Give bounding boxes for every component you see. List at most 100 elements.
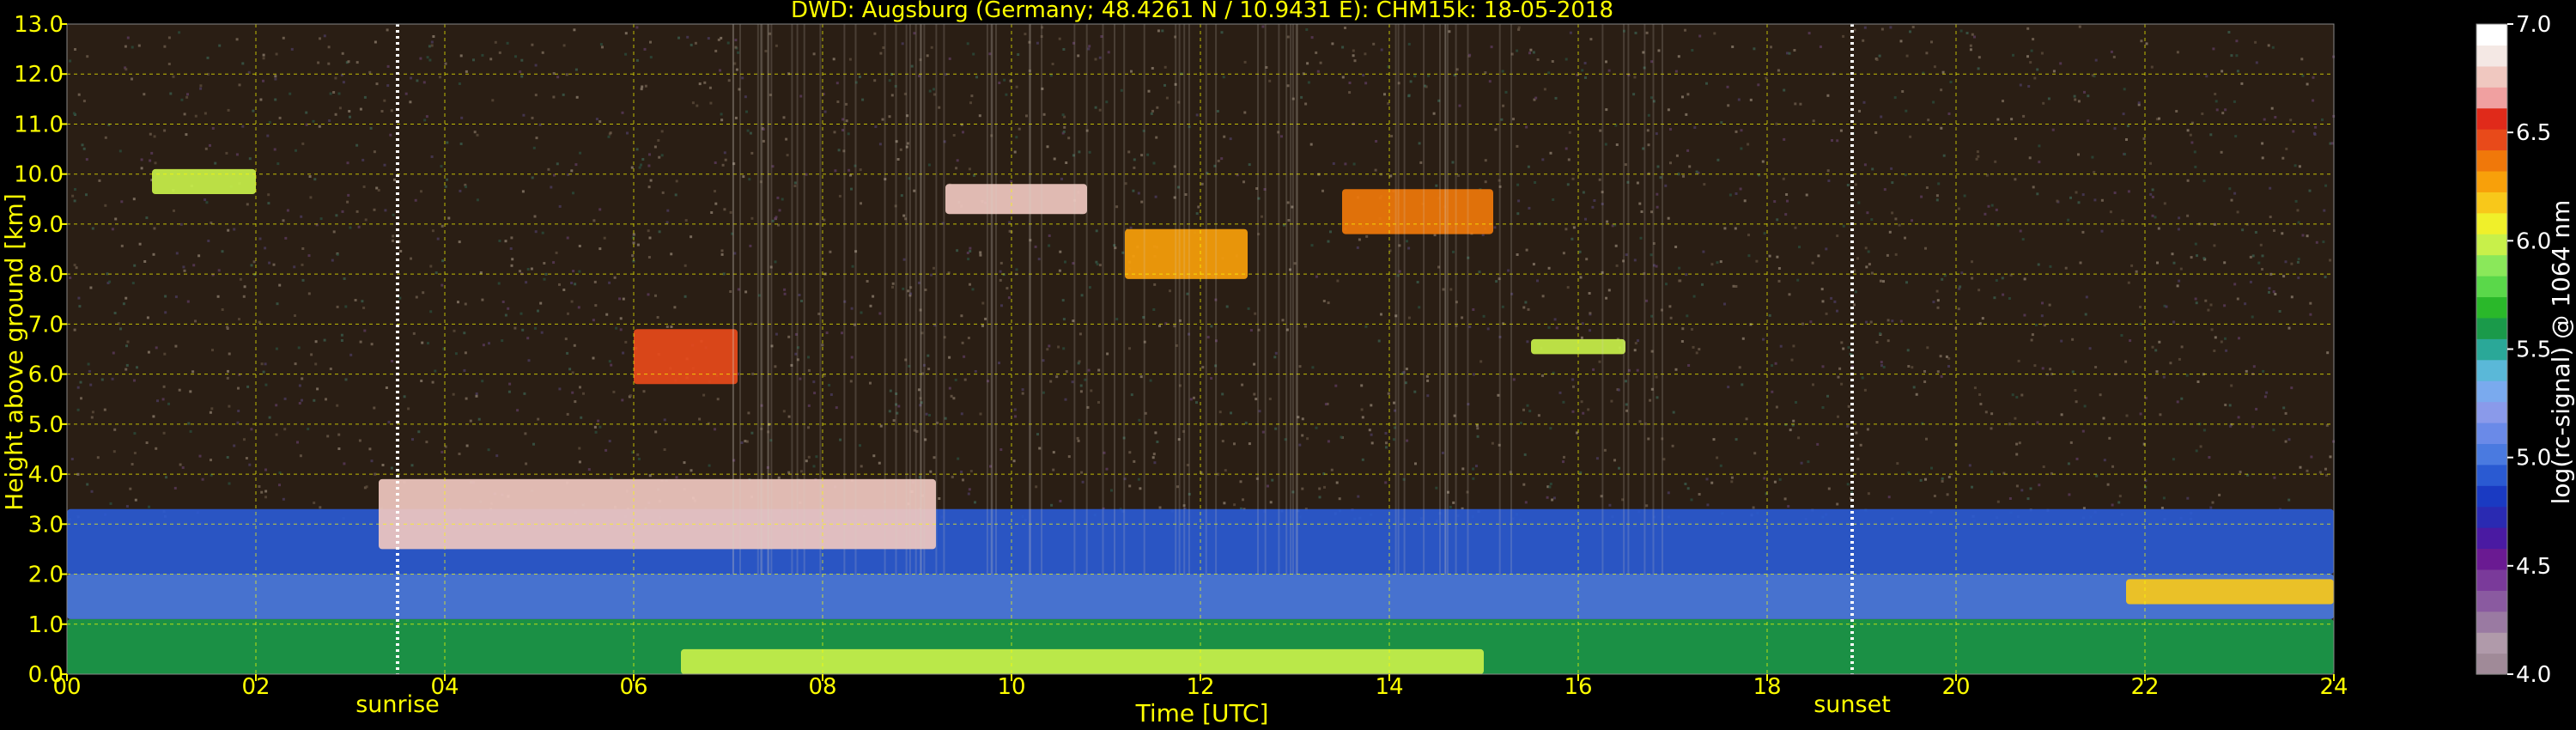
noise-speck — [2209, 303, 2213, 307]
streak — [1175, 24, 1177, 575]
noise-speck — [246, 385, 250, 388]
noise-speck — [2218, 493, 2221, 496]
noise-speck — [541, 51, 544, 54]
noise-speck — [2014, 417, 2017, 420]
noise-speck — [1361, 458, 1364, 461]
noise-speck — [2194, 165, 2197, 168]
noise-speck — [1220, 31, 1224, 34]
noise-speck — [420, 190, 422, 193]
noise-speck — [635, 148, 639, 151]
noise-speck — [1776, 255, 1779, 259]
colorbar-segment — [2476, 590, 2507, 612]
noise-speck — [241, 62, 245, 65]
noise-speck — [2169, 362, 2172, 365]
noise-speck — [1866, 428, 1869, 431]
noise-speck — [825, 332, 829, 334]
noise-speck — [967, 337, 970, 339]
noise-speck — [297, 346, 301, 350]
noise-speck — [2284, 260, 2287, 264]
noise-speck — [1971, 485, 1973, 489]
noise-speck — [1384, 432, 1388, 435]
noise-speck — [1537, 414, 1540, 417]
noise-speck — [532, 442, 535, 446]
noise-speck — [2042, 101, 2045, 105]
noise-speck — [673, 306, 677, 309]
noise-speck — [346, 200, 349, 204]
noise-speck — [1522, 408, 1525, 411]
noise-speck — [2230, 384, 2233, 387]
noise-speck — [1747, 254, 1751, 258]
noise-speck — [968, 488, 971, 491]
noise-speck — [243, 285, 246, 289]
noise-speck — [1133, 166, 1136, 169]
noise-speck — [1098, 56, 1102, 59]
noise-speck — [734, 116, 738, 119]
noise-speck — [593, 425, 597, 429]
streak — [803, 24, 805, 575]
noise-speck — [1740, 147, 1743, 150]
noise-speck — [777, 476, 781, 479]
noise-speck — [327, 46, 331, 49]
noise-speck — [1368, 429, 1371, 432]
noise-speck — [2041, 301, 2044, 305]
noise-speck — [96, 456, 100, 459]
noise-speck — [1348, 91, 1352, 94]
noise-speck — [1140, 154, 1144, 157]
streak — [1178, 24, 1181, 575]
noise-speck — [1305, 28, 1309, 31]
noise-speck — [859, 76, 861, 78]
noise-speck — [587, 468, 591, 471]
noise-speck — [143, 260, 147, 263]
noise-speck — [1686, 314, 1689, 318]
noise-speck — [2233, 192, 2237, 195]
noise-speck — [531, 116, 534, 119]
noise-speck — [446, 178, 448, 181]
layer-near-ground-peak — [681, 648, 1484, 674]
noise-speck — [1904, 173, 1907, 177]
noise-speck — [1633, 349, 1637, 352]
noise-speck — [1058, 37, 1061, 40]
noise-speck — [1051, 63, 1054, 65]
noise-speck — [1882, 366, 1886, 368]
noise-speck — [1794, 226, 1797, 229]
noise-speck — [749, 244, 752, 247]
noise-speck — [227, 108, 230, 112]
noise-speck — [970, 94, 974, 98]
noise-speck — [504, 240, 507, 243]
noise-speck — [1309, 143, 1313, 146]
noise-speck — [1836, 309, 1838, 313]
noise-speck — [969, 246, 972, 250]
noise-speck — [274, 75, 277, 78]
noise-speck — [2268, 287, 2271, 290]
noise-speck — [228, 482, 231, 485]
noise-speck — [85, 158, 88, 161]
noise-speck — [1587, 408, 1590, 411]
noise-speck — [179, 463, 182, 466]
noise-speck — [1165, 96, 1169, 100]
noise-speck — [381, 464, 385, 466]
noise-speck — [2137, 101, 2141, 105]
noise-speck — [1137, 478, 1140, 481]
noise-speck — [1645, 504, 1649, 508]
streak — [791, 24, 793, 575]
noise-speck — [373, 150, 376, 154]
noise-speck — [2215, 100, 2218, 103]
colorbar-segment — [2476, 234, 2507, 256]
noise-speck — [1532, 51, 1535, 54]
noise-speck — [722, 272, 726, 276]
noise-speck — [1036, 433, 1039, 436]
noise-speck — [1128, 484, 1132, 488]
noise-speck — [1880, 364, 1883, 368]
noise-speck — [475, 394, 478, 398]
noise-speck — [299, 454, 302, 458]
noise-speck — [859, 444, 861, 447]
noise-speck — [307, 292, 311, 295]
noise-speck — [227, 369, 229, 373]
noise-speck — [1475, 423, 1479, 427]
noise-speck — [2194, 297, 2197, 301]
noise-speck — [642, 390, 646, 393]
noise-speck — [221, 250, 224, 253]
noise-speck — [1969, 48, 1972, 52]
noise-speck — [716, 398, 720, 401]
noise-speck — [1795, 401, 1797, 404]
